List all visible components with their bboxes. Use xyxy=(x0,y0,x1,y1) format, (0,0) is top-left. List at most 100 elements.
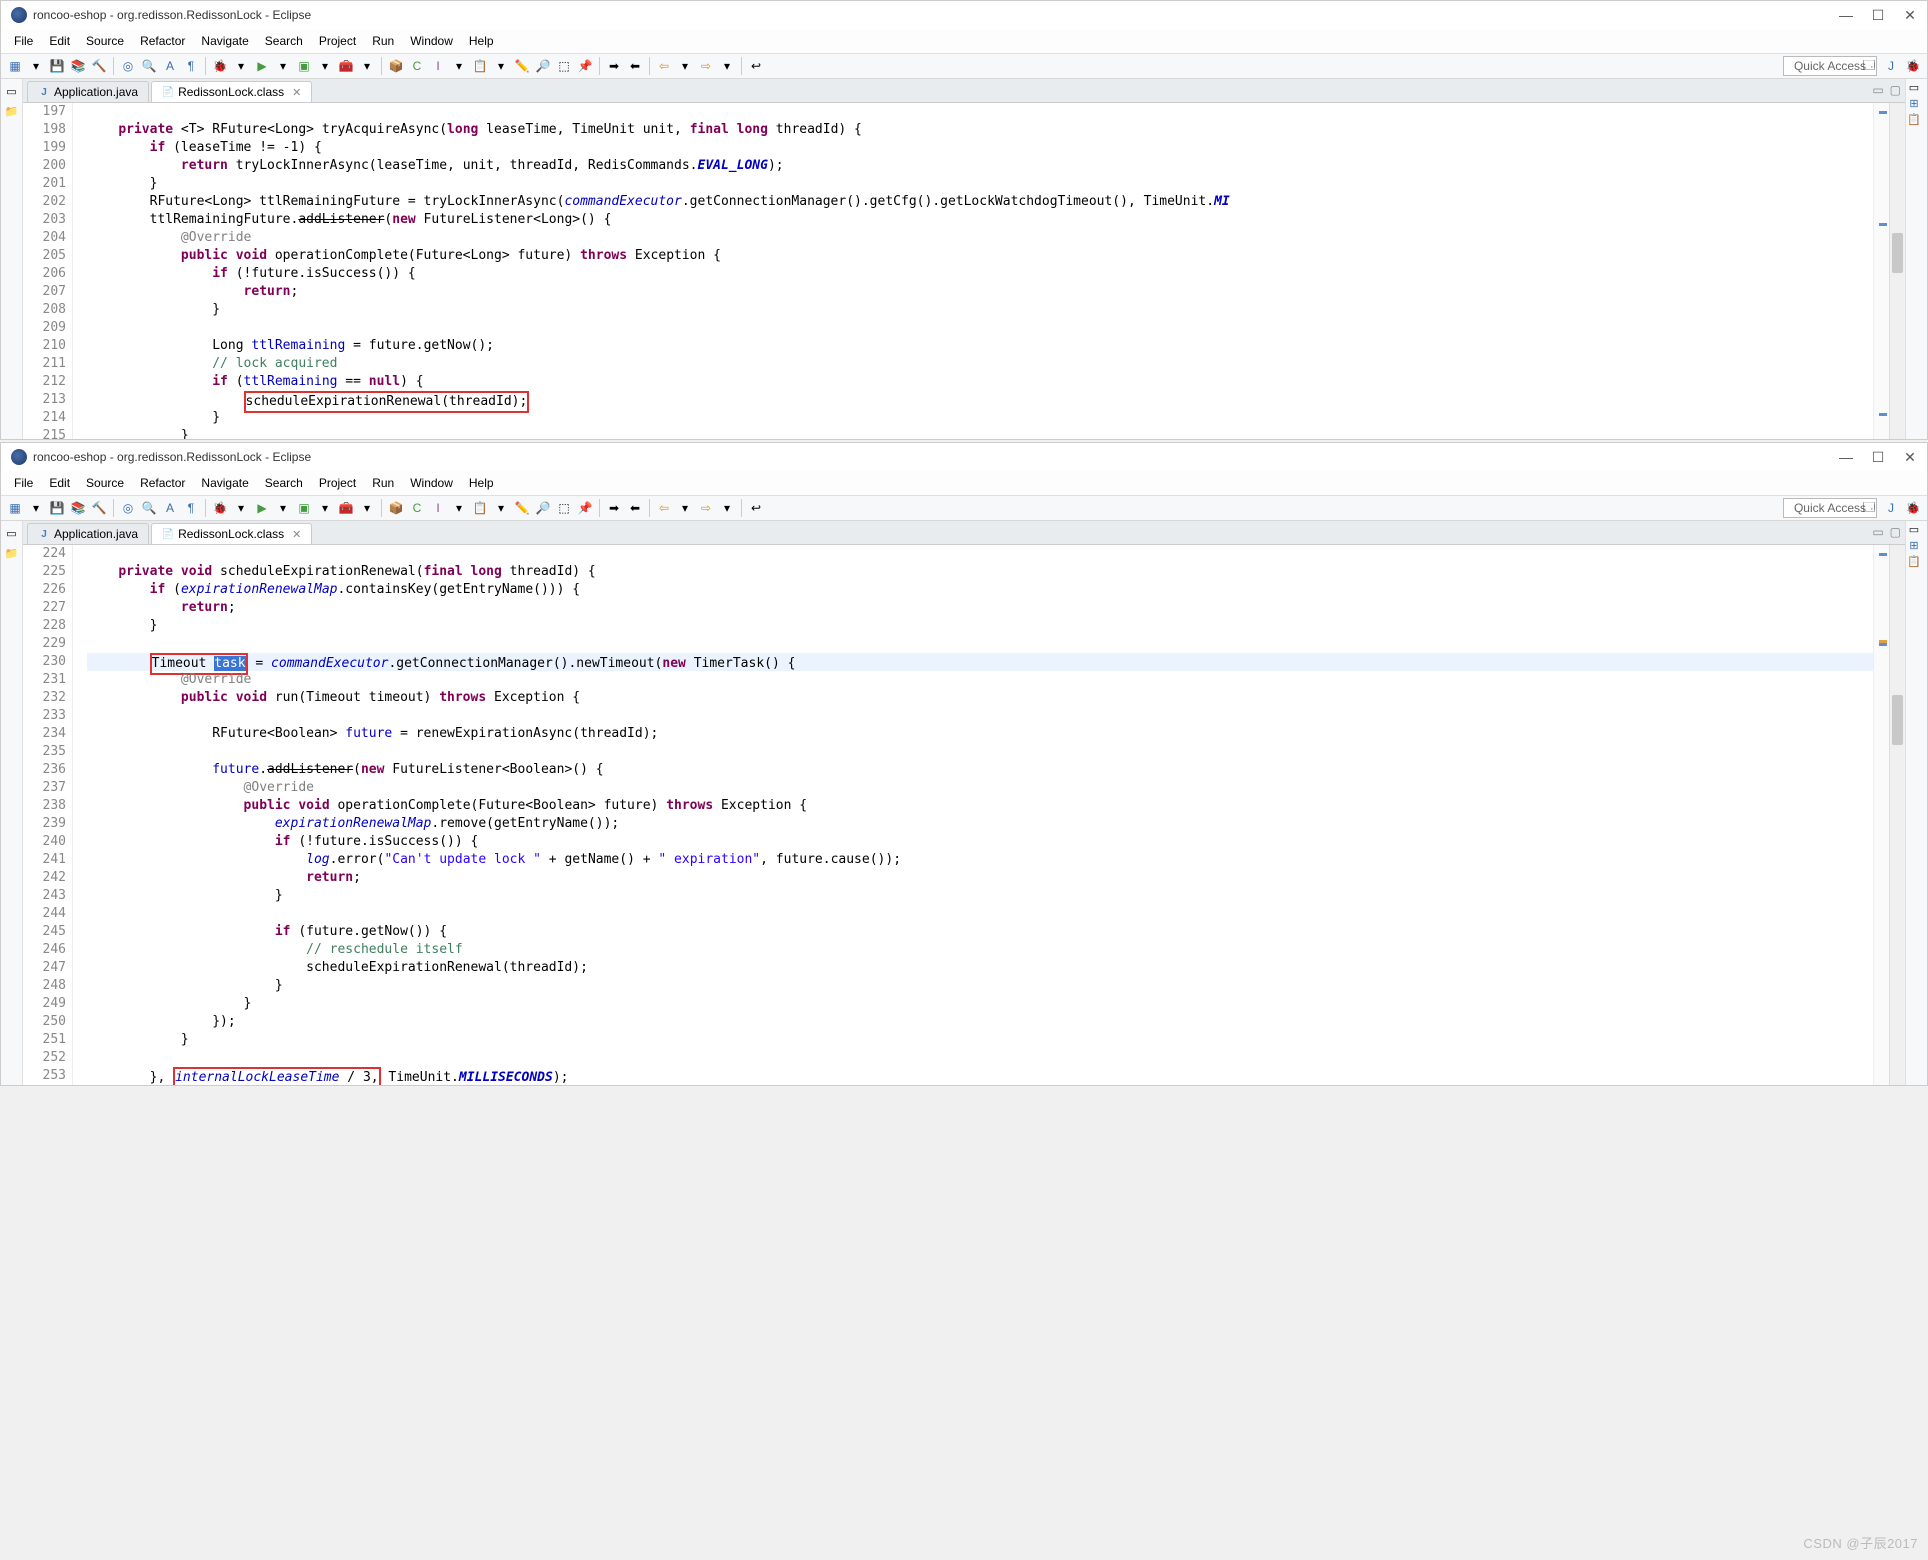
next-annotation-icon[interactable]: ➡ xyxy=(604,56,624,76)
dropdown-icon[interactable]: ▾ xyxy=(315,498,335,518)
code-editor[interactable]: private <T> RFuture<Long> tryAcquireAsyn… xyxy=(85,103,1873,439)
dropdown-icon[interactable]: ▾ xyxy=(231,498,251,518)
java-perspective-icon[interactable]: J xyxy=(1881,56,1901,76)
restore-icon[interactable]: ▭ xyxy=(4,525,20,541)
perspective-icon[interactable]: 🗔 xyxy=(1859,498,1879,518)
restore-icon[interactable]: ▭ xyxy=(4,83,20,99)
dropdown-icon[interactable]: ▾ xyxy=(675,498,695,518)
close-icon[interactable]: ✕ xyxy=(1903,8,1917,22)
menu-window[interactable]: Window xyxy=(403,31,460,51)
external-tools-icon[interactable]: 🧰 xyxy=(336,498,356,518)
dropdown-icon[interactable]: ▾ xyxy=(491,498,511,518)
editor-tab[interactable]: 📄RedissonLock.class✕ xyxy=(151,81,312,102)
build-icon[interactable]: 🔨 xyxy=(89,56,109,76)
code-editor[interactable]: private void scheduleExpirationRenewal(f… xyxy=(85,545,1873,1085)
open-type-icon[interactable]: ◎ xyxy=(118,498,138,518)
perspective-icon[interactable]: 🗔 xyxy=(1859,56,1879,76)
editor-tab[interactable]: 📄RedissonLock.class✕ xyxy=(151,523,312,544)
overview-ruler[interactable] xyxy=(1873,103,1889,439)
search-icon[interactable]: 🔍 xyxy=(139,498,159,518)
find-icon[interactable]: 🔎 xyxy=(533,498,553,518)
new-interface-icon[interactable]: I xyxy=(428,56,448,76)
menu-help[interactable]: Help xyxy=(462,473,501,493)
build-icon[interactable]: 🔨 xyxy=(89,498,109,518)
menu-window[interactable]: Window xyxy=(403,473,460,493)
java-perspective-icon[interactable]: J xyxy=(1881,498,1901,518)
maximize-editor-icon[interactable]: ▢ xyxy=(1890,525,1901,539)
dropdown-icon[interactable]: ▾ xyxy=(231,56,251,76)
restore-icon[interactable]: ▭ xyxy=(1906,521,1922,537)
menu-help[interactable]: Help xyxy=(462,31,501,51)
prev-annotation-icon[interactable]: ⬅ xyxy=(625,56,645,76)
menu-source[interactable]: Source xyxy=(79,31,131,51)
menu-navigate[interactable]: Navigate xyxy=(194,31,255,51)
menu-file[interactable]: File xyxy=(7,473,40,493)
debug-perspective-icon[interactable]: 🐞 xyxy=(1903,498,1923,518)
dropdown-icon[interactable]: ▾ xyxy=(273,56,293,76)
dropdown-icon[interactable]: ▾ xyxy=(357,56,377,76)
fold-gutter[interactable] xyxy=(73,545,85,1085)
dropdown-icon[interactable]: ▾ xyxy=(357,498,377,518)
find-icon[interactable]: 🔎 xyxy=(533,56,553,76)
close-tab-icon[interactable]: ✕ xyxy=(292,86,301,99)
next-annotation-icon[interactable]: ➡ xyxy=(604,498,624,518)
last-edit-icon[interactable]: ↩ xyxy=(746,498,766,518)
minimize-icon[interactable]: — xyxy=(1839,8,1853,22)
save-all-icon[interactable]: 📚 xyxy=(68,56,88,76)
toggle-mark-icon[interactable]: A xyxy=(160,498,180,518)
save-all-icon[interactable]: 📚 xyxy=(68,498,88,518)
editor-tab[interactable]: JApplication.java xyxy=(27,81,149,102)
menu-run[interactable]: Run xyxy=(365,473,401,493)
prev-annotation-icon[interactable]: ⬅ xyxy=(625,498,645,518)
package-explorer-icon[interactable]: 📁 xyxy=(4,103,20,119)
menu-project[interactable]: Project xyxy=(312,473,363,493)
forward-icon[interactable]: ⇨ xyxy=(696,498,716,518)
new-icon[interactable]: ▦ xyxy=(5,56,25,76)
search-icon[interactable]: 🔍 xyxy=(139,56,159,76)
open-type-icon[interactable]: ◎ xyxy=(118,56,138,76)
menu-edit[interactable]: Edit xyxy=(42,473,77,493)
debug-icon[interactable]: 🐞 xyxy=(210,56,230,76)
menu-edit[interactable]: Edit xyxy=(42,31,77,51)
open-task-icon[interactable]: 📋 xyxy=(470,498,490,518)
minimize-icon[interactable]: — xyxy=(1839,450,1853,464)
maximize-icon[interactable]: ☐ xyxy=(1871,8,1885,22)
outline-icon[interactable]: ⊞ xyxy=(1906,95,1922,111)
forward-icon[interactable]: ⇨ xyxy=(696,56,716,76)
bookmark-icon[interactable]: ⬚ xyxy=(554,498,574,518)
menu-run[interactable]: Run xyxy=(365,31,401,51)
menu-refactor[interactable]: Refactor xyxy=(133,31,192,51)
new-class-icon[interactable]: C xyxy=(407,56,427,76)
vertical-scrollbar[interactable] xyxy=(1889,103,1905,439)
package-explorer-icon[interactable]: 📁 xyxy=(4,545,20,561)
menu-project[interactable]: Project xyxy=(312,31,363,51)
pin-icon[interactable]: 📌 xyxy=(575,56,595,76)
last-edit-icon[interactable]: ↩ xyxy=(746,56,766,76)
wand-icon[interactable]: ✏️ xyxy=(512,498,532,518)
maximize-editor-icon[interactable]: ▢ xyxy=(1890,83,1901,97)
outline-icon[interactable]: ⊞ xyxy=(1906,537,1922,553)
save-icon[interactable]: 💾 xyxy=(47,56,67,76)
dropdown-icon[interactable]: ▾ xyxy=(491,56,511,76)
run-icon[interactable]: ▶ xyxy=(252,498,272,518)
fold-gutter[interactable] xyxy=(73,103,85,439)
maximize-icon[interactable]: ☐ xyxy=(1871,450,1885,464)
coverage-icon[interactable]: ▣ xyxy=(294,56,314,76)
open-task-icon[interactable]: 📋 xyxy=(470,56,490,76)
run-icon[interactable]: ▶ xyxy=(252,56,272,76)
menu-source[interactable]: Source xyxy=(79,473,131,493)
coverage-icon[interactable]: ▣ xyxy=(294,498,314,518)
new-interface-icon[interactable]: I xyxy=(428,498,448,518)
dropdown-icon[interactable]: ▾ xyxy=(315,56,335,76)
task-list-icon[interactable]: 📋 xyxy=(1906,111,1922,127)
new-package-icon[interactable]: 📦 xyxy=(386,56,406,76)
menu-search[interactable]: Search xyxy=(258,31,310,51)
editor-tab[interactable]: JApplication.java xyxy=(27,523,149,544)
close-icon[interactable]: ✕ xyxy=(1903,450,1917,464)
save-icon[interactable]: 💾 xyxy=(47,498,67,518)
dropdown-icon[interactable]: ▾ xyxy=(449,498,469,518)
menu-refactor[interactable]: Refactor xyxy=(133,473,192,493)
pin-icon[interactable]: 📌 xyxy=(575,498,595,518)
dropdown-icon[interactable]: ▾ xyxy=(449,56,469,76)
restore-icon[interactable]: ▭ xyxy=(1906,79,1922,95)
